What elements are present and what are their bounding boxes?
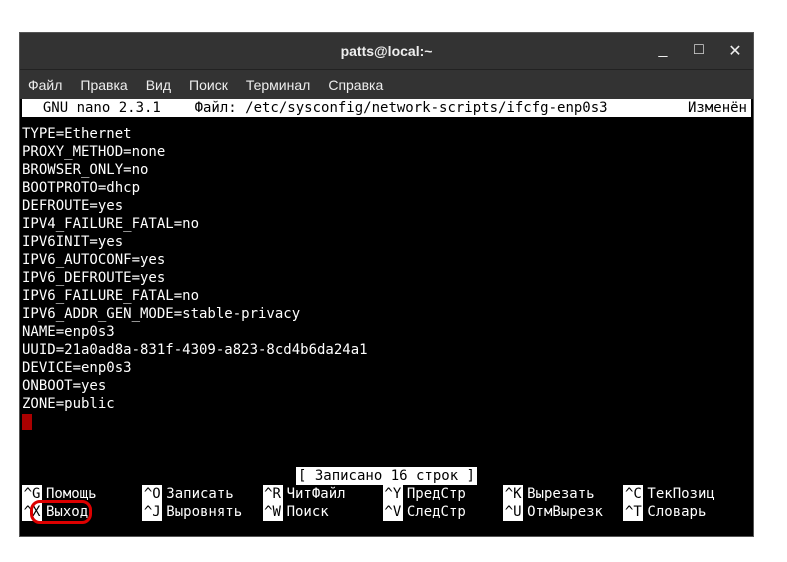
shortcut-prevpage: ^YПредСтр [383, 485, 503, 503]
close-button[interactable]: ✕ [725, 41, 745, 61]
file-line: ZONE=public [22, 395, 751, 413]
menu-file[interactable]: Файл [28, 77, 62, 93]
file-line: IPV6INIT=yes [22, 233, 751, 251]
window-controls: _ □ ✕ [653, 41, 745, 61]
shortcut-curpos: ^CТекПозиц [623, 485, 743, 503]
shortcut-writeout: ^OЗаписать [142, 485, 262, 503]
file-line: DEFROUTE=yes [22, 197, 751, 215]
nano-header: GNU nano 2.3.1 Файл: /etc/sysconfig/netw… [22, 99, 751, 117]
status-line: [ Записано 16 строк ] [22, 467, 751, 485]
menu-search[interactable]: Поиск [189, 77, 228, 93]
maximize-button[interactable]: □ [689, 41, 709, 61]
file-line: TYPE=Ethernet [22, 125, 751, 143]
file-line: DEVICE=enp0s3 [22, 359, 751, 377]
file-line: IPV6_FAILURE_FATAL=no [22, 287, 751, 305]
cursor [22, 414, 32, 430]
shortcut-nextpage: ^VСледСтр [383, 503, 503, 521]
shortcuts-row-2: ^XВыход ^JВыровнять ^WПоиск ^VСледСтр ^U… [22, 503, 751, 521]
cursor-line [22, 413, 751, 431]
shortcut-where: ^WПоиск [263, 503, 383, 521]
minimize-button[interactable]: _ [653, 41, 673, 61]
shortcut-exit: ^XВыход [22, 503, 142, 521]
nano-modified: Изменён [688, 99, 747, 117]
file-content[interactable]: TYPE=Ethernet PROXY_METHOD=none BROWSER_… [22, 117, 751, 431]
menu-view[interactable]: Вид [146, 77, 171, 93]
menu-terminal[interactable]: Терминал [246, 77, 310, 93]
terminal-window: patts@local:~ _ □ ✕ Файл Правка Вид Поис… [19, 32, 754, 537]
shortcut-help: ^GПомощь [22, 485, 142, 503]
menubar: Файл Правка Вид Поиск Терминал Справка [20, 69, 753, 99]
shortcut-spell: ^TСловарь [623, 503, 743, 521]
file-line: PROXY_METHOD=none [22, 143, 751, 161]
file-line: UUID=21a0ad8a-831f-4309-a823-8cd4b6da24a… [22, 341, 751, 359]
file-line: ONBOOT=yes [22, 377, 751, 395]
menu-help[interactable]: Справка [328, 77, 383, 93]
file-line: IPV6_DEFROUTE=yes [22, 269, 751, 287]
nano-version: GNU nano 2.3.1 [26, 99, 161, 117]
highlighted-exit: Выход [42, 503, 88, 521]
titlebar: patts@local:~ _ □ ✕ [20, 33, 753, 69]
file-line: IPV4_FAILURE_FATAL=no [22, 215, 751, 233]
status-message: [ Записано 16 строк ] [296, 467, 477, 485]
file-line: NAME=enp0s3 [22, 323, 751, 341]
shortcut-uncut: ^UОтмВырезк [503, 503, 623, 521]
window-title: patts@local:~ [341, 43, 433, 59]
nano-filename: Файл: /etc/sysconfig/network-scripts/ifc… [195, 99, 608, 117]
shortcut-justify: ^JВыровнять [142, 503, 262, 521]
shortcuts-row-1: ^GПомощь ^OЗаписать ^RЧитФайл ^YПредСтр … [22, 485, 751, 503]
file-line: IPV6_ADDR_GEN_MODE=stable-privacy [22, 305, 751, 323]
terminal-content[interactable]: GNU nano 2.3.1 Файл: /etc/sysconfig/netw… [20, 99, 753, 521]
shortcut-readfile: ^RЧитФайл [263, 485, 383, 503]
file-line: BROWSER_ONLY=no [22, 161, 751, 179]
menu-edit[interactable]: Правка [80, 77, 127, 93]
file-line: IPV6_AUTOCONF=yes [22, 251, 751, 269]
shortcut-cut: ^KВырезать [503, 485, 623, 503]
file-line: BOOTPROTO=dhcp [22, 179, 751, 197]
